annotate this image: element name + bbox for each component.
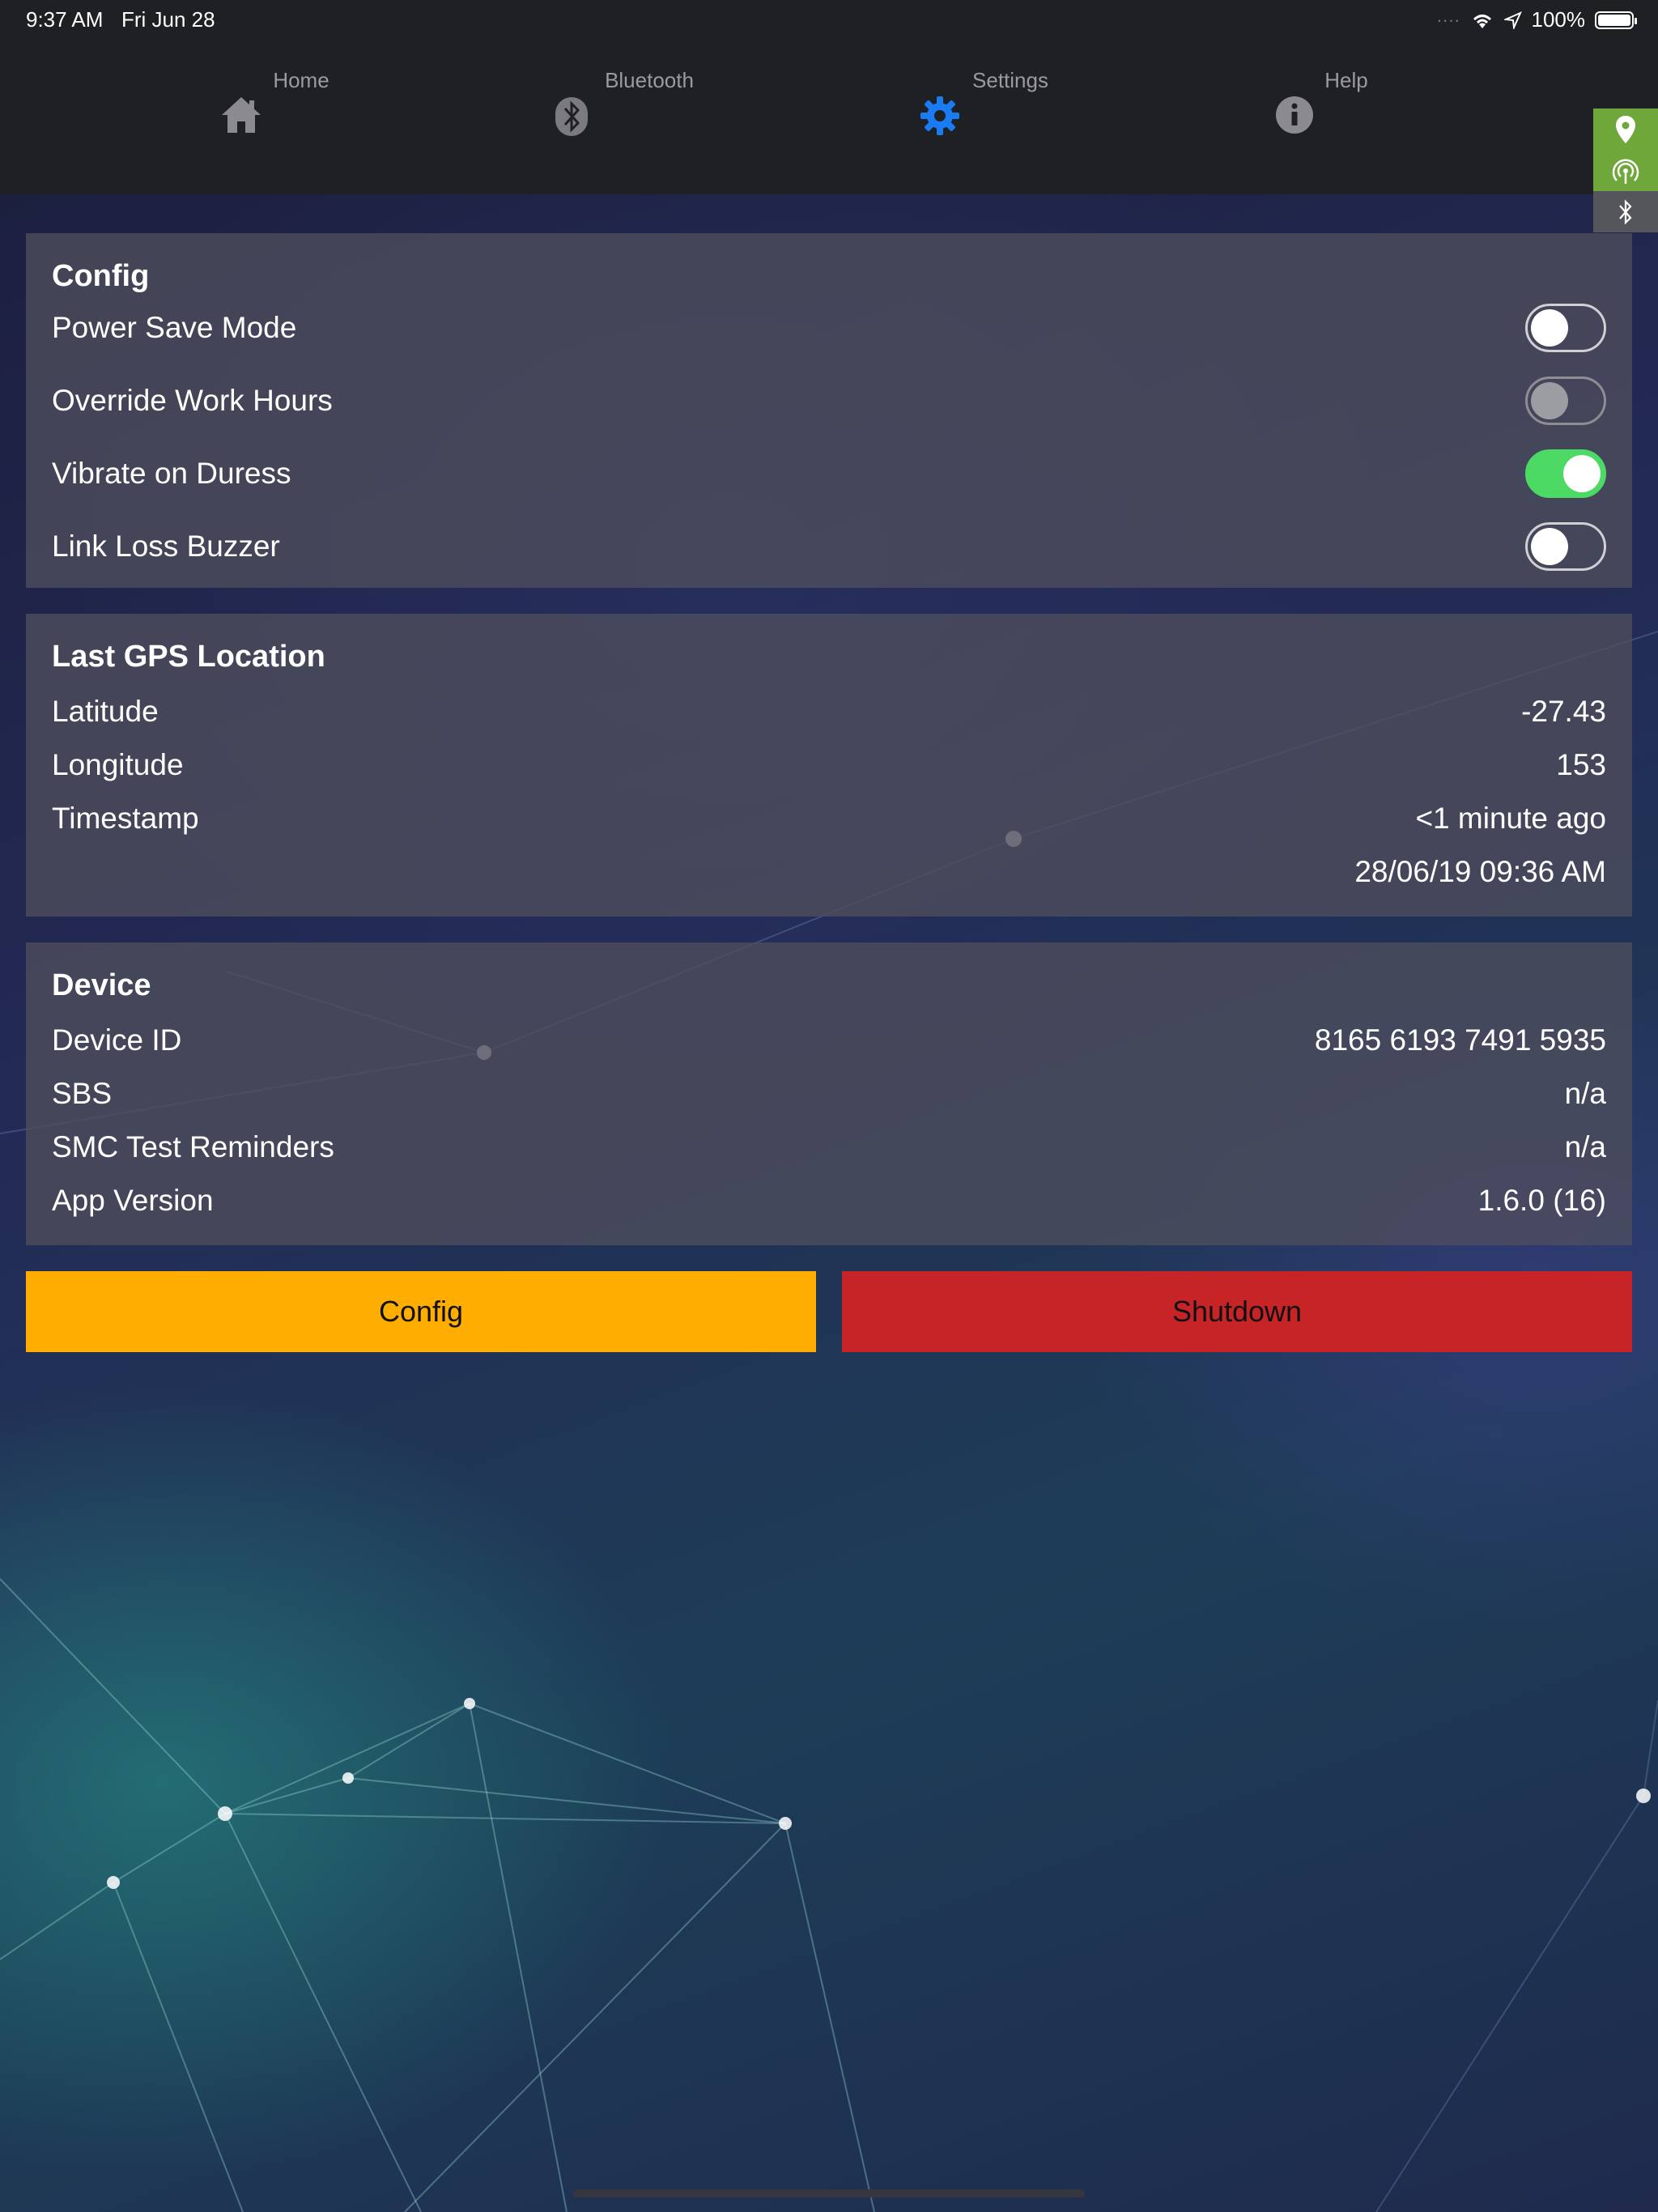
timestamp-label: Timestamp xyxy=(52,802,199,835)
timestamp-absolute: 28/06/19 09:36 AM xyxy=(1354,855,1606,888)
toggle-knob xyxy=(1531,528,1568,565)
tab-settings[interactable]: Settings xyxy=(889,68,1132,135)
info-icon xyxy=(1276,96,1313,134)
link-loss-buzzer-label: Link Loss Buzzer xyxy=(52,530,280,563)
status-time: 9:37 AM xyxy=(26,7,104,32)
bluetooth-icon xyxy=(555,97,588,136)
tab-home-label: Home xyxy=(273,68,329,92)
battery-icon xyxy=(1595,11,1637,29)
power-save-mode-row: Power Save Mode xyxy=(52,291,1606,364)
bluetooth-icon xyxy=(1619,198,1632,225)
status-date: Fri Jun 28 xyxy=(121,7,215,32)
latitude-value: -27.43 xyxy=(1521,695,1606,728)
toggle-knob xyxy=(1531,309,1568,347)
device-panel: Device Device ID 8165 6193 7491 5935 SBS… xyxy=(26,942,1632,1245)
connection-status-panel xyxy=(1593,108,1658,233)
latitude-row: Latitude -27.43 xyxy=(52,685,1606,738)
sbs-value: n/a xyxy=(1564,1077,1606,1110)
vibrate-on-duress-label: Vibrate on Duress xyxy=(52,457,291,490)
sbs-label: SBS xyxy=(52,1077,113,1110)
shutdown-button[interactable]: Shutdown xyxy=(842,1271,1632,1352)
location-arrow-icon xyxy=(1503,11,1522,29)
toggle-knob xyxy=(1563,455,1601,492)
tab-settings-label: Settings xyxy=(972,68,1048,92)
home-indicator[interactable] xyxy=(573,2189,1085,2197)
signal-status xyxy=(1593,150,1658,191)
cellular-dots-icon: ···· xyxy=(1436,9,1460,30)
wifi-icon xyxy=(1473,14,1491,28)
bluetooth-status xyxy=(1593,191,1658,232)
longitude-label: Longitude xyxy=(52,748,184,781)
tab-help-label: Help xyxy=(1324,68,1368,92)
tab-help[interactable]: Help xyxy=(1225,68,1468,134)
gps-panel-title: Last GPS Location xyxy=(52,640,325,674)
timestamp-relative: <1 minute ago xyxy=(1415,802,1606,835)
gear-icon xyxy=(920,96,959,135)
location-status xyxy=(1593,108,1658,150)
config-button[interactable]: Config xyxy=(26,1271,816,1352)
override-work-hours-row: Override Work Hours xyxy=(52,364,1606,437)
device-id-label: Device ID xyxy=(52,1023,182,1057)
home-icon xyxy=(222,97,261,133)
device-id-value: 8165 6193 7491 5935 xyxy=(1314,1023,1606,1057)
app-version-row: App Version 1.6.0 (16) xyxy=(52,1174,1606,1227)
smc-test-reminders-label: SMC Test Reminders xyxy=(52,1130,334,1163)
app-version-label: App Version xyxy=(52,1184,214,1217)
power-save-mode-toggle[interactable] xyxy=(1525,304,1606,352)
location-icon xyxy=(1616,115,1635,143)
timestamp-absolute-row: 28/06/19 09:36 AM xyxy=(52,845,1606,899)
link-loss-buzzer-toggle[interactable] xyxy=(1525,522,1606,571)
sbs-row: SBS n/a xyxy=(52,1067,1606,1121)
battery-fill xyxy=(1598,14,1630,26)
vibrate-on-duress-row: Vibrate on Duress xyxy=(52,437,1606,510)
status-bar: 9:37 AM Fri Jun 28 ···· 100% xyxy=(0,0,1658,39)
tab-bluetooth-label: Bluetooth xyxy=(605,68,694,92)
timestamp-row: Timestamp <1 minute ago xyxy=(52,792,1606,845)
app-version-value: 1.6.0 (16) xyxy=(1477,1184,1606,1217)
vibrate-on-duress-toggle[interactable] xyxy=(1525,449,1606,498)
longitude-value: 153 xyxy=(1556,748,1606,781)
tab-bluetooth[interactable]: Bluetooth xyxy=(528,68,771,136)
latitude-label: Latitude xyxy=(52,695,159,728)
battery-percent: 100% xyxy=(1531,7,1586,32)
link-loss-buzzer-row: Link Loss Buzzer xyxy=(52,510,1606,583)
config-panel: Config Power Save Mode Override Work Hou… xyxy=(26,233,1632,588)
toggle-knob xyxy=(1531,382,1568,419)
override-work-hours-toggle[interactable] xyxy=(1525,376,1606,425)
tab-home[interactable]: Home xyxy=(180,68,423,133)
longitude-row: Longitude 153 xyxy=(52,738,1606,792)
status-right: ···· 100% xyxy=(1436,7,1637,32)
device-id-row: Device ID 8165 6193 7491 5935 xyxy=(52,1014,1606,1067)
override-work-hours-label: Override Work Hours xyxy=(52,384,333,417)
smc-test-reminders-value: n/a xyxy=(1564,1130,1606,1163)
gps-panel: Last GPS Location Latitude -27.43 Longit… xyxy=(26,614,1632,917)
nav-bar: Home Bluetooth Settings Help xyxy=(0,39,1658,232)
smc-test-reminders-row: SMC Test Reminders n/a xyxy=(52,1121,1606,1174)
device-panel-title: Device xyxy=(52,968,151,1002)
power-save-mode-label: Power Save Mode xyxy=(52,311,297,344)
signal-icon xyxy=(1612,159,1639,184)
